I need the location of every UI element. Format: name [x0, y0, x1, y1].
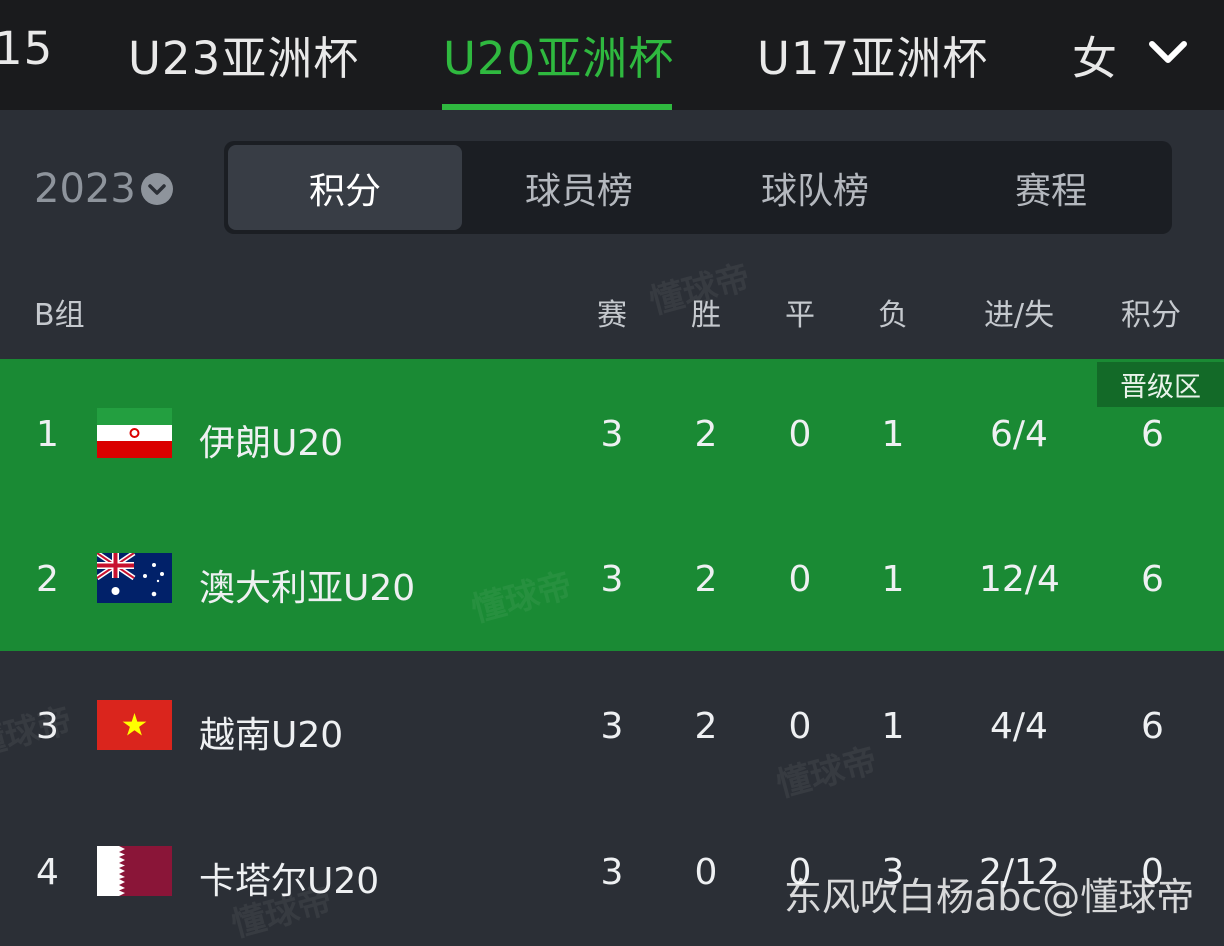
qatar-flag-icon — [97, 846, 172, 896]
tab-prev-competition[interactable]: 15 — [0, 22, 53, 75]
chevron-down-icon[interactable] — [141, 173, 173, 205]
drawn: 0 — [788, 559, 812, 600]
australia-flag-icon — [97, 553, 172, 603]
played: 3 — [600, 414, 624, 455]
active-tab-indicator — [442, 104, 672, 110]
lost: 1 — [881, 414, 905, 455]
tab-schedule[interactable]: 赛程 — [934, 145, 1168, 230]
drawn: 0 — [788, 414, 812, 455]
vietnam-flag-icon — [97, 700, 172, 750]
lost: 1 — [881, 559, 905, 600]
rank: 2 — [36, 559, 59, 600]
year-selector[interactable]: 2023 — [34, 166, 136, 212]
tab-player-ranking[interactable]: 球员榜 — [462, 145, 696, 230]
lost: 1 — [881, 706, 905, 747]
won: 2 — [694, 414, 718, 455]
stats-segmented-control: 积分 球员榜 球队榜 赛程 — [224, 141, 1172, 234]
played: 3 — [600, 852, 624, 893]
points: 6 — [1141, 559, 1164, 600]
rank: 4 — [36, 852, 59, 893]
tab-women[interactable]: 女 — [1072, 22, 1118, 87]
goals: 6/4 — [990, 414, 1048, 455]
team-name: 越南U20 — [199, 715, 344, 756]
table-row[interactable]: 3 越南U20 3 2 0 1 4/4 6 — [0, 652, 1224, 798]
table-row[interactable]: 1 伊朗U20 3 2 0 1 6/4 6 — [0, 360, 1224, 506]
tab-team-ranking[interactable]: 球队榜 — [698, 145, 932, 230]
author-credit: 东风吹白杨abc@懂球帝 — [784, 875, 1195, 919]
competition-tab-bar: 15 U23亚洲杯 U20亚洲杯 U17亚洲杯 女 — [0, 0, 1224, 110]
column-played: 赛 — [597, 298, 627, 333]
tab-u17-asian-cup[interactable]: U17亚洲杯 — [757, 22, 988, 87]
column-goals: 进/失 — [984, 298, 1055, 333]
played: 3 — [600, 706, 624, 747]
iran-flag-icon — [97, 408, 172, 458]
won: 2 — [694, 559, 718, 600]
team-name: 澳大利亚U20 — [199, 568, 416, 609]
group-label: B组 — [34, 298, 85, 333]
goals: 12/4 — [979, 559, 1060, 600]
played: 3 — [600, 559, 624, 600]
column-lost: 负 — [878, 298, 908, 333]
tab-u20-asian-cup[interactable]: U20亚洲杯 — [443, 22, 674, 87]
tab-standings[interactable]: 积分 — [228, 145, 462, 230]
won: 0 — [694, 852, 718, 893]
goals: 4/4 — [990, 706, 1048, 747]
won: 2 — [694, 706, 718, 747]
points: 6 — [1141, 414, 1164, 455]
drawn: 0 — [788, 706, 812, 747]
team-name: 伊朗U20 — [199, 423, 344, 464]
rank: 1 — [36, 414, 59, 455]
column-points: 积分 — [1121, 298, 1181, 333]
chevron-down-icon[interactable] — [1146, 36, 1190, 70]
column-drawn: 平 — [785, 298, 815, 333]
table-row[interactable]: 2 澳大利亚U20 3 2 0 1 12/4 6 — [0, 505, 1224, 651]
tab-u23-asian-cup[interactable]: U23亚洲杯 — [128, 22, 359, 87]
points: 6 — [1141, 706, 1164, 747]
